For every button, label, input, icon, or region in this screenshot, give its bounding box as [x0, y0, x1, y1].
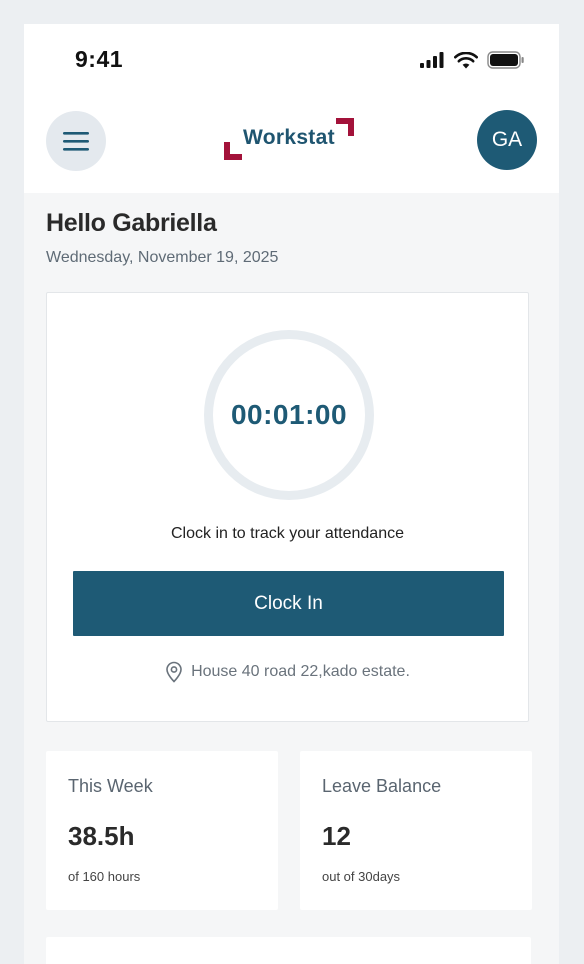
cellular-signal-icon [420, 52, 444, 68]
next-card [46, 937, 531, 964]
wifi-icon [454, 51, 478, 68]
timer-ring: 00:01:00 [204, 330, 374, 500]
stat-label: This Week [68, 776, 153, 796]
stat-value: 12 [322, 821, 351, 851]
location-pin-icon [166, 661, 182, 683]
this-week-card[interactable]: This Week 38.5h of 160 hours [46, 751, 278, 910]
timer-display: 00:01:00 [230, 399, 348, 430]
stat-label: Leave Balance [322, 776, 442, 796]
clock-hint: Clock in to track your attendance [170, 525, 404, 542]
location-row: House 40 road 22,kado estate. [47, 661, 528, 683]
greeting-title: Hello Gabriella [46, 209, 217, 237]
avatar[interactable]: GA [477, 110, 537, 170]
logo-text: Workstat [243, 126, 335, 149]
current-date: Wednesday, November 19, 2025 [46, 249, 279, 266]
workstat-logo: Workstat [223, 116, 358, 162]
clock-in-button[interactable]: Clock In [73, 571, 504, 636]
status-icons [419, 51, 525, 69]
hamburger-menu-icon [63, 132, 89, 151]
phone-screen: 9:41 Workstat GA Hello Gabriella Wednesd… [24, 24, 559, 964]
status-time: 9:41 [75, 46, 124, 72]
battery-icon [487, 51, 524, 69]
header: 9:41 Workstat GA [24, 24, 559, 193]
stat-subtext: of 160 hours [68, 869, 141, 884]
clock-card: 00:01:00 Clock in to track your attendan… [46, 292, 529, 722]
stat-subtext: out of 30days [322, 869, 401, 884]
stat-value: 38.5h [68, 821, 135, 851]
menu-button[interactable] [46, 111, 106, 171]
location-text: House 40 road 22,kado estate. [191, 663, 410, 680]
leave-balance-card[interactable]: Leave Balance 12 out of 30days [300, 751, 532, 910]
